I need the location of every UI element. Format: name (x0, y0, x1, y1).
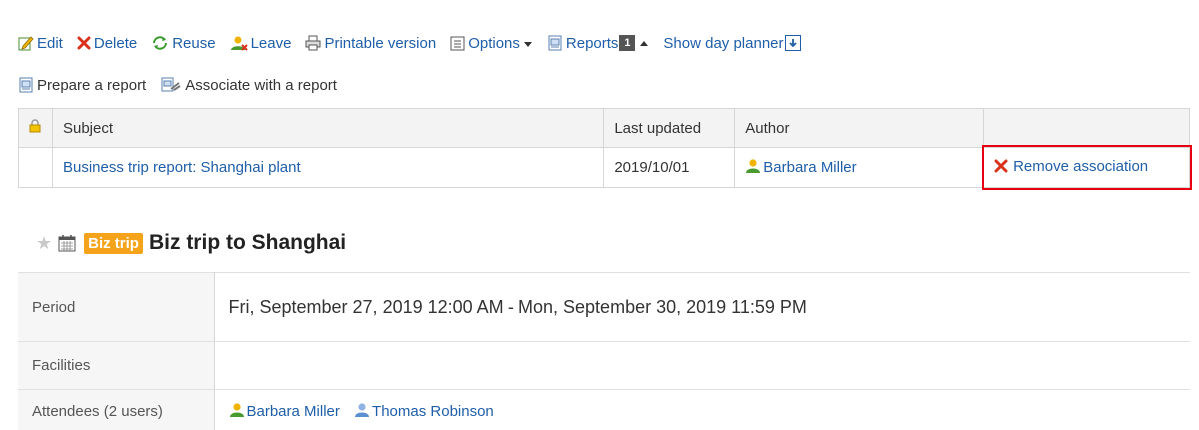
event-title: Biz trip to Shanghai (148, 231, 347, 254)
table-row: Business trip report: Shanghai plant 201… (18, 145, 1192, 190)
action-header (983, 108, 1190, 148)
period-value: Fri, September 27, 2019 12:00 AM - Mon, … (214, 272, 1190, 342)
calendar-icon (58, 234, 76, 252)
author-name: Barbara Miller (763, 159, 857, 176)
leave-user-icon (230, 35, 248, 51)
prepare-report-button[interactable]: Prepare a report (18, 77, 146, 94)
user-icon (354, 402, 372, 422)
report-subject-link[interactable]: Business trip report: Shanghai plant (63, 159, 301, 176)
event-details-table: Period Fri, September 27, 2019 12:00 AM … (18, 272, 1190, 430)
prepare-report-label: Prepare a report (37, 76, 147, 94)
delete-icon (994, 159, 1010, 173)
period-label: Period (18, 272, 215, 342)
delete-icon (77, 36, 91, 50)
lock-cell (18, 147, 53, 188)
facilities-label: Facilities (18, 341, 215, 390)
last-updated-cell: 2019/10/01 (603, 147, 736, 188)
author-header: Author (734, 108, 985, 148)
show-day-planner-label: Show day planner (663, 34, 784, 52)
edit-label: Edit (37, 34, 63, 52)
printer-icon (305, 35, 321, 51)
attendees-label: Attendees (2 users) (18, 389, 215, 430)
last-updated-header: Last updated (603, 108, 736, 148)
delete-button[interactable]: Delete (77, 35, 137, 52)
reports-label: Reports (565, 34, 619, 52)
attendees-value: Barbara Miller Thomas Robinson (214, 389, 1190, 430)
event-menu-badge: Biz trip (84, 232, 143, 254)
options-menu[interactable]: Options (450, 35, 533, 52)
associate-report-button[interactable]: Associate with a report (160, 77, 337, 94)
star-icon[interactable]: ★ (36, 233, 52, 254)
options-label: Options (468, 34, 520, 52)
edit-icon (18, 35, 34, 51)
author-cell: Barbara Miller (734, 147, 985, 188)
attendee-name: Barbara Miller (246, 403, 340, 420)
lock-icon (29, 119, 41, 137)
attendee-link[interactable]: Thomas Robinson (354, 402, 494, 422)
period-start: Fri, September 27, 2019 12:00 AM (228, 296, 504, 317)
period-row: Period Fri, September 27, 2019 12:00 AM … (18, 272, 1190, 342)
reuse-button[interactable]: Reuse (151, 34, 216, 52)
associate-report-icon (160, 77, 182, 93)
remove-association-button[interactable]: Remove association (994, 158, 1148, 175)
remove-association-cell: Remove association (982, 145, 1192, 190)
reports-table: Subject Last updated Author Business tri… (18, 108, 1192, 190)
user-icon (229, 402, 247, 422)
associate-report-label: Associate with a report (185, 76, 337, 94)
period-end: Mon, September 30, 2019 11:59 PM (518, 296, 807, 317)
lock-header (18, 108, 53, 148)
attendee-name: Thomas Robinson (372, 403, 494, 420)
report-actions: Prepare a report Associate with a report (18, 72, 351, 98)
toolbar: Edit Delete Reuse Leave Printable versio… (18, 30, 801, 56)
printable-version-button[interactable]: Printable version (305, 35, 436, 52)
reuse-label: Reuse (172, 34, 216, 52)
arrow-down-icon (784, 35, 801, 51)
reports-count-badge: 1 (619, 35, 636, 51)
attendees-row: Attendees (2 users) Barbara Miller Thoma… (18, 389, 1190, 430)
leave-button[interactable]: Leave (230, 34, 292, 52)
reports-table-header: Subject Last updated Author (18, 108, 1190, 148)
edit-button[interactable]: Edit (18, 35, 63, 52)
subject-cell: Business trip report: Shanghai plant (51, 147, 605, 188)
subject-header: Subject (51, 108, 605, 148)
printable-version-label: Printable version (324, 34, 437, 52)
user-icon (745, 158, 763, 178)
caret-up-icon (639, 35, 649, 52)
delete-label: Delete (93, 34, 138, 52)
facilities-value (214, 341, 1190, 390)
report-icon (18, 77, 34, 93)
list-icon (450, 36, 465, 51)
leave-label: Leave (250, 34, 292, 52)
attendee-link[interactable]: Barbara Miller (229, 402, 340, 422)
caret-down-icon (523, 35, 533, 52)
remove-association-label: Remove association (1013, 157, 1149, 175)
show-day-planner-button[interactable]: Show day planner (663, 34, 801, 52)
period-separator: - (507, 296, 514, 317)
author-link[interactable]: Barbara Miller (745, 158, 857, 178)
reuse-icon (151, 35, 169, 51)
reports-button[interactable]: Reports 1 (547, 35, 650, 52)
report-icon (547, 35, 563, 51)
facilities-row: Facilities (18, 341, 1190, 390)
event-title-row: ★ Biz trip Biz trip to Shanghai (36, 231, 346, 255)
